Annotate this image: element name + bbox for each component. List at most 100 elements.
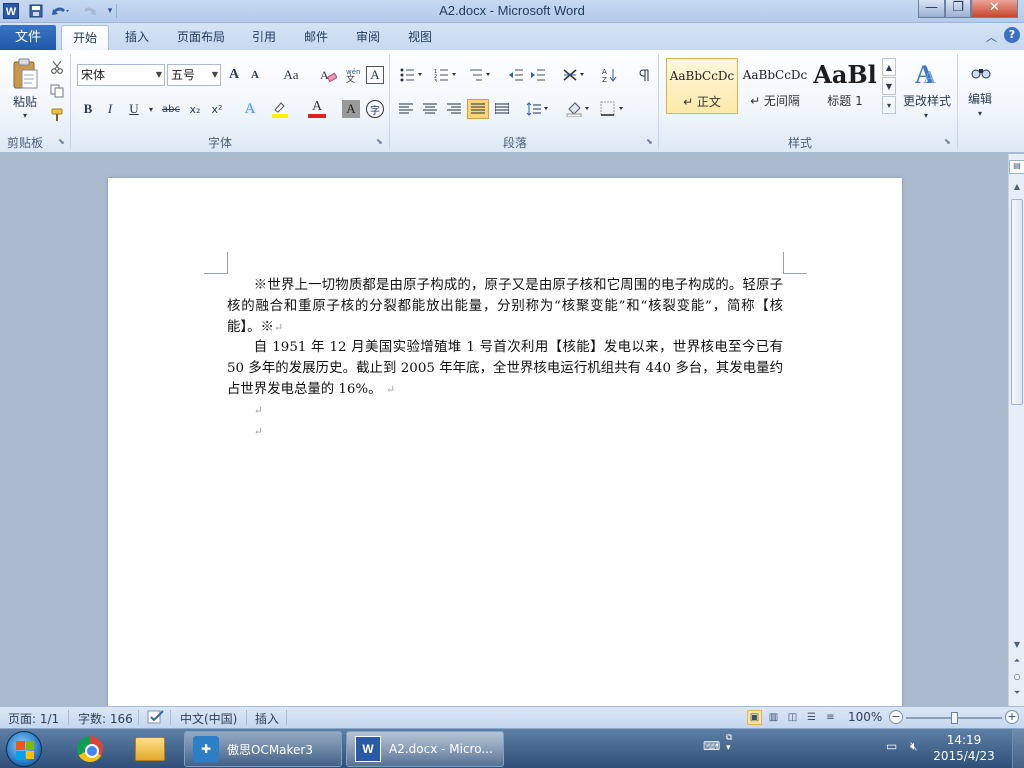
style-no-spacing[interactable]: AaBbCcDc ↵ 无间隔 [740, 58, 810, 114]
styles-launcher-icon[interactable]: ⬊ [944, 137, 951, 146]
paragraph-2[interactable]: 自 1951 年 12 月美国实验增殖堆 1 号首次利用【核能】发电以来，世界核… [227, 338, 783, 400]
close-button[interactable]: ✕ [971, 0, 1018, 18]
styles-more-icon[interactable]: ▾ [882, 96, 896, 114]
editing-label[interactable]: 编辑 [962, 90, 998, 106]
outline-view-icon[interactable]: ☰ [804, 710, 819, 725]
clear-formatting-icon[interactable]: A [318, 66, 338, 84]
minimize-button[interactable]: — [918, 0, 945, 18]
select-browse-object-icon[interactable]: ○ [1009, 672, 1024, 681]
underline-dropdown-icon[interactable]: ▾ [146, 102, 156, 116]
word-count[interactable]: 字数: 166 [78, 710, 133, 727]
print-layout-view-icon[interactable]: ▣ [747, 710, 762, 725]
web-layout-icon[interactable]: ◫ [785, 710, 800, 725]
tab-file[interactable]: 文件 [0, 25, 56, 50]
shrink-font-icon[interactable]: A [246, 66, 264, 84]
enclose-characters-icon[interactable]: 字 [366, 100, 384, 118]
previous-page-icon[interactable]: ⏶ [1009, 656, 1024, 666]
proofing-icon[interactable] [147, 709, 165, 728]
taskbar-word[interactable]: W A2.docx - Micro... [346, 731, 504, 767]
paste-icon[interactable] [10, 56, 40, 92]
font-color-icon[interactable]: A [308, 99, 326, 118]
tab-home[interactable]: 开始 [61, 25, 109, 50]
help-icon[interactable]: ? [1004, 27, 1020, 43]
clipboard-launcher-icon[interactable]: ⬊ [58, 137, 65, 146]
explorer-taskbar-button[interactable] [124, 731, 176, 767]
next-page-icon[interactable]: ⏷ [1009, 688, 1024, 698]
scroll-thumb[interactable] [1011, 199, 1023, 405]
sort-icon[interactable]: AZ [600, 66, 620, 84]
show-desktop-button[interactable] [1012, 729, 1024, 768]
numbering-icon[interactable]: 123 [432, 66, 460, 84]
bullets-icon[interactable] [398, 66, 426, 84]
align-center-icon[interactable] [420, 100, 440, 118]
document-page[interactable]: ※世界上一切物质都是由原子构成的，原子又是由原子核和它周围的电子构成的。轻原子核… [108, 178, 902, 708]
zoom-out-icon[interactable]: − [889, 710, 903, 724]
maximize-button[interactable]: ❐ [945, 0, 971, 18]
volume-muted-icon[interactable]: 🔇︎ [910, 739, 918, 754]
scroll-down-icon[interactable]: ▼ [1009, 640, 1024, 649]
tab-references[interactable]: 引用 [242, 25, 286, 50]
paragraph-shading-icon[interactable] [564, 100, 594, 118]
start-button[interactable] [6, 731, 42, 767]
language-indicator[interactable]: 中文(中国) [180, 710, 237, 727]
font-name-dropdown-icon[interactable]: ▼ [156, 65, 162, 85]
draft-view-icon[interactable]: ≡ [823, 710, 838, 725]
find-icon[interactable] [966, 58, 996, 88]
align-right-icon[interactable] [444, 100, 464, 118]
font-launcher-icon[interactable]: ⬊ [376, 137, 383, 146]
empty-paragraph[interactable]: ↵ [227, 401, 783, 422]
scroll-up-icon[interactable]: ▲ [1009, 182, 1024, 191]
change-styles-icon[interactable]: AA [908, 56, 946, 90]
tab-insert[interactable]: 插入 [114, 25, 160, 50]
styles-scroll-up-icon[interactable]: ▲ [882, 58, 896, 76]
empty-paragraph[interactable]: ↵ [227, 422, 783, 443]
tab-page-layout[interactable]: 页面布局 [168, 25, 234, 50]
distributed-icon[interactable] [492, 100, 512, 118]
insert-mode-indicator[interactable]: 插入 [255, 710, 279, 727]
justify-icon[interactable] [467, 99, 489, 119]
change-styles-dropdown-icon[interactable]: ▾ [920, 110, 932, 120]
phonetic-guide-icon[interactable]: wén 文 [342, 66, 362, 84]
character-border-icon[interactable]: A [366, 66, 384, 84]
character-shading-icon[interactable]: A [342, 100, 360, 118]
tab-review[interactable]: 审阅 [346, 25, 390, 50]
change-styles-label[interactable]: 更改样式 [900, 92, 954, 108]
page-indicator[interactable]: 页面: 1/1 [8, 710, 59, 727]
chrome-taskbar-button[interactable] [64, 731, 116, 767]
ime-icon[interactable]: ⧉ ▾ [726, 733, 732, 753]
grow-font-icon[interactable]: A [224, 66, 244, 84]
show-formatting-marks-icon[interactable] [634, 66, 654, 84]
strikethrough-icon[interactable]: abc [160, 100, 182, 118]
full-screen-reading-icon[interactable]: ▥ [766, 710, 781, 725]
copy-icon[interactable] [48, 82, 66, 100]
paste-dropdown-icon[interactable]: ▾ [20, 110, 30, 120]
font-name-combo[interactable]: 宋体 ▼ [77, 64, 165, 86]
style-normal[interactable]: AaBbCcDc ↵ 正文 [666, 58, 738, 114]
system-clock[interactable]: 14:19 2015/4/23 [932, 732, 996, 764]
zoom-in-icon[interactable]: + [1005, 710, 1019, 724]
cut-icon[interactable] [48, 58, 66, 76]
taskbar-ocmaker[interactable]: ✚ 傲思OCMaker3 [184, 731, 342, 767]
font-size-dropdown-icon[interactable]: ▼ [212, 65, 218, 85]
paragraph-1[interactable]: ※世界上一切物质都是由原子构成的，原子又是由原子核和它周围的电子构成的。轻原子核… [227, 276, 783, 338]
network-icon[interactable]: ▭ [886, 739, 897, 753]
multilevel-list-icon[interactable] [466, 66, 494, 84]
highlight-color-icon[interactable] [270, 100, 290, 118]
document-body[interactable]: ※世界上一切物质都是由原子构成的，原子又是由原子核和它周围的电子构成的。轻原子核… [227, 276, 783, 442]
paste-button-label[interactable]: 粘贴 [8, 93, 42, 109]
tab-view[interactable]: 视图 [398, 25, 442, 50]
chinese-layout-icon[interactable] [560, 66, 588, 84]
line-spacing-icon[interactable] [524, 100, 552, 118]
style-heading-1[interactable]: AaBl 标题 1 [812, 58, 878, 114]
font-size-combo[interactable]: 五号 ▼ [167, 64, 221, 86]
underline-icon[interactable]: U [126, 100, 142, 118]
paragraph-launcher-icon[interactable]: ⬊ [646, 137, 653, 146]
ruler-toggle-icon[interactable]: ▤ [1009, 160, 1024, 174]
superscript-icon[interactable]: x² [208, 100, 226, 118]
editing-dropdown-icon[interactable]: ▾ [974, 108, 986, 118]
change-case-icon[interactable]: Aa [278, 66, 304, 84]
minimize-ribbon-icon[interactable]: ︿ [986, 29, 997, 45]
styles-scroll-down-icon[interactable]: ▼ [882, 77, 896, 95]
zoom-level[interactable]: 100% [848, 710, 882, 724]
text-effects-icon[interactable]: A [240, 100, 260, 118]
